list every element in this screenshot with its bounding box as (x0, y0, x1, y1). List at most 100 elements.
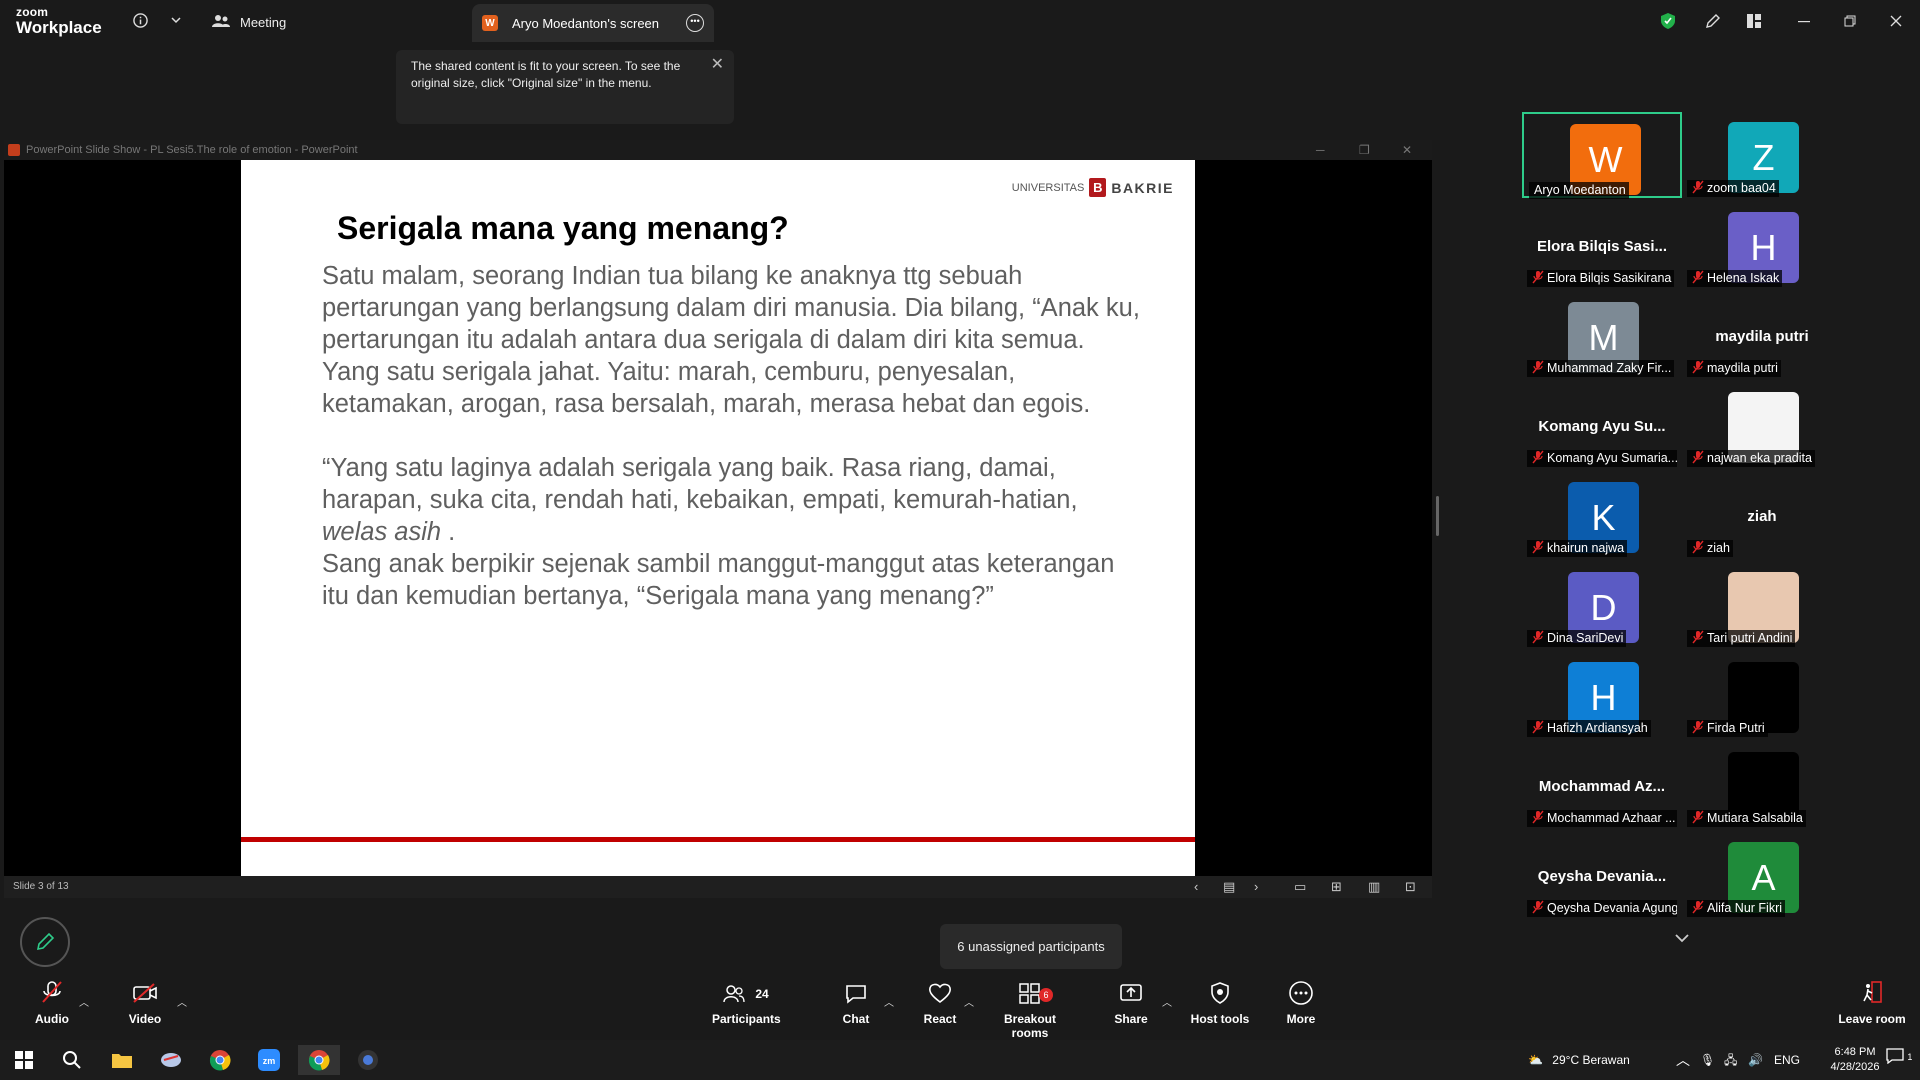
react-button[interactable]: React (918, 980, 962, 1040)
security-shield-icon[interactable] (1656, 10, 1680, 32)
mic-muted-icon (1692, 360, 1704, 377)
fit-screen-tooltip: The shared content is fit to your screen… (396, 50, 734, 124)
react-options-caret[interactable]: ︿ (964, 994, 974, 1009)
audio-button[interactable]: Audio (30, 980, 74, 1040)
share-options-caret[interactable]: ︿ (1162, 994, 1172, 1009)
avatar-letter: K (1591, 496, 1616, 538)
participant-tile[interactable]: ziah ziah (1682, 472, 1842, 558)
annotate-icon[interactable] (1701, 10, 1725, 32)
participant-name: Hafizh Ardiansyah (1547, 721, 1648, 735)
tab-shared-screen[interactable]: W Aryo Moedanton's screen ••• (472, 4, 714, 42)
chrome-active-icon[interactable] (298, 1045, 340, 1075)
ellipsis-icon[interactable]: ••• (686, 14, 704, 32)
mic-muted-icon (1532, 270, 1544, 287)
participant-name-label: Alifa Nur Fikri (1687, 900, 1786, 917)
participant-tile[interactable]: maydila putri maydila putri (1682, 292, 1842, 378)
notification-icon[interactable]: 1 (1886, 1040, 1912, 1080)
participant-tile[interactable]: Elora Bilqis Sasi... Elora Bilqis Sasikir… (1522, 202, 1682, 288)
chrome-icon[interactable] (204, 1045, 236, 1075)
panel-splitter[interactable] (1436, 496, 1439, 536)
more-button[interactable]: More (1285, 980, 1317, 1040)
previous-icon: ‹ (1194, 879, 1199, 894)
participant-tile[interactable]: Mochammad Az... Mochammad Azhaar ... (1522, 742, 1682, 828)
share-button[interactable]: Share (1111, 980, 1151, 1040)
participant-tile[interactable]: Komang Ayu Su... Komang Ayu Sumaria... (1522, 382, 1682, 468)
more-icon (1285, 980, 1317, 1010)
participant-tile[interactable]: Kkhairun najwa (1522, 472, 1682, 558)
participant-tile[interactable]: D Dina SariDevi (1522, 562, 1682, 648)
slide-paragraph-2: “Yang satu laginya adalah serigala yang … (322, 452, 1142, 548)
participant-name-label: khairun najwa (1527, 540, 1628, 557)
audio-options-caret[interactable]: ︿ (79, 994, 89, 1009)
annotate-pencil-button[interactable] (20, 917, 70, 967)
participant-tile[interactable]: H Hafizh Ardiansyah (1522, 652, 1682, 738)
chat-button[interactable]: Chat (836, 980, 876, 1040)
slide-counter: Slide 3 of 13 (13, 881, 69, 892)
close-icon[interactable]: ✕ (711, 56, 724, 73)
participant-tile[interactable]: H Helena Iskak (1682, 202, 1842, 288)
tooltip-text: The shared content is fit to your screen… (411, 59, 681, 90)
participant-tile[interactable]: Zzoom baa04 (1682, 112, 1842, 198)
unassigned-participants-popup[interactable]: 6 unassigned participants (940, 924, 1122, 969)
chevron-down-icon[interactable] (166, 10, 186, 30)
network-icon[interactable]: 🖧 (1724, 1040, 1737, 1080)
breakout-rooms-label: Breakout rooms (1003, 1012, 1056, 1040)
windows-start-icon[interactable] (8, 1045, 40, 1075)
ppt-status-bar: Slide 3 of 13 ‹ ▤ › ▭ ⊞ ▥ ⊡ (4, 876, 1432, 898)
video-button[interactable]: Video (122, 980, 168, 1040)
zoom-app-icon[interactable]: zm (253, 1045, 285, 1075)
participant-tile[interactable]: najwan eka pradita (1682, 382, 1842, 468)
participants-count: 24 (755, 987, 769, 1001)
participant-name: Elora Bilqis Sasikirana (1547, 271, 1672, 285)
participant-tile[interactable]: Tari putri Andini (1682, 562, 1842, 648)
tray-chevron-icon[interactable]: ︿ (1676, 1040, 1690, 1080)
close-icon[interactable] (1884, 10, 1908, 32)
file-explorer-icon[interactable] (106, 1045, 138, 1075)
breakout-rooms-button[interactable]: Breakout rooms (988, 980, 1072, 1040)
weather-widget[interactable]: ⛅ 29°C Berawan (1528, 1040, 1630, 1080)
participant-tile[interactable]: Firda Putri (1682, 652, 1842, 738)
view-layout-icon[interactable] (1742, 10, 1766, 32)
participant-name-label: najwan eka pradita (1687, 450, 1815, 467)
mic-muted-icon (30, 980, 74, 1010)
restore-icon[interactable] (1838, 10, 1862, 32)
host-tools-button[interactable]: Host tools (1190, 980, 1250, 1040)
mic-muted-icon (1532, 360, 1544, 377)
breakout-badge: 6 (1039, 988, 1053, 1002)
slideshow-icon: ⊡ (1405, 879, 1416, 894)
video-options-caret[interactable]: ︿ (177, 994, 187, 1009)
shared-screen: PowerPoint Slide Show - PL Sesi5.The rol… (4, 140, 1432, 898)
participant-name: Tari putri Andini (1707, 631, 1793, 645)
app-icon[interactable] (155, 1045, 187, 1075)
top-bar: zoom Workplace Meeting W Aryo Moedanton'… (0, 0, 1920, 44)
leave-room-label: Leave room (1838, 1012, 1906, 1026)
participant-tile[interactable]: Mutiara Salsabila (1682, 742, 1842, 828)
volume-icon[interactable]: 🔊 (1748, 1040, 1763, 1080)
participant-name-label: Firda Putri (1687, 720, 1768, 737)
avatar-letter: W (1588, 138, 1623, 180)
mic-muted-icon (1532, 540, 1544, 557)
chat-options-caret[interactable]: ︿ (884, 994, 894, 1009)
more-label: More (1286, 1012, 1316, 1026)
tab-meeting[interactable]: Meeting (212, 8, 286, 36)
participant-tile[interactable]: Qeysha Devania... Qeysha Devania Agung (1522, 832, 1682, 918)
minimize-icon[interactable] (1792, 10, 1816, 32)
participant-display-name: Mochammad Az... (1538, 778, 1666, 795)
chevron-down-icon[interactable] (1674, 930, 1690, 946)
participant-name-label: Hafizh Ardiansyah (1527, 720, 1651, 737)
tray-mic-icon[interactable]: 🎙 (1700, 1040, 1715, 1080)
participants-button[interactable]: 24 Participants (712, 980, 781, 1040)
participant-tile[interactable]: W Aryo Moedanton (1522, 112, 1682, 199)
info-icon[interactable] (130, 10, 150, 30)
participant-name: Helena Iskak (1707, 271, 1780, 285)
language-indicator[interactable]: ENG (1774, 1040, 1800, 1080)
participant-tile[interactable]: A Alifa Nur Fikri (1682, 832, 1842, 918)
clock[interactable]: 6:48 PM 4/28/2026 (1820, 1040, 1890, 1080)
clock-date: 4/28/2026 (1830, 1061, 1880, 1073)
camera-app-icon[interactable] (352, 1045, 384, 1075)
participant-tile[interactable]: M Muhammad Zaky Fir... (1522, 292, 1682, 378)
participants-icon: 24 (712, 980, 780, 1010)
search-icon[interactable] (56, 1045, 88, 1075)
leave-room-button[interactable]: Leave room (1838, 980, 1906, 1040)
chat-label: Chat (842, 1012, 870, 1026)
